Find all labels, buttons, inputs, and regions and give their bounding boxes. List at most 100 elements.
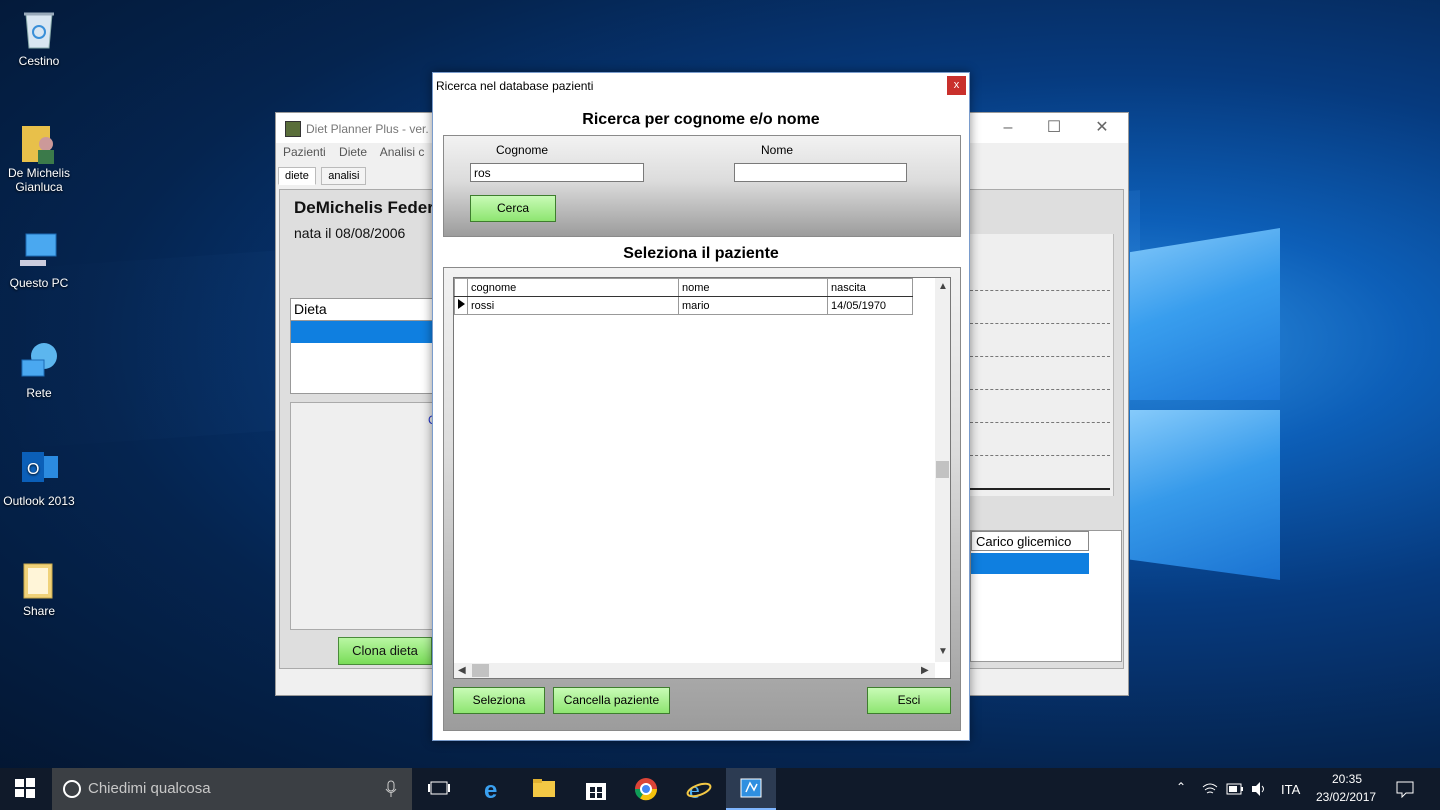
store-icon[interactable] bbox=[584, 777, 610, 801]
desktop-icon-user-folder[interactable]: De Michelis Gianluca bbox=[0, 120, 78, 194]
desktop-icon-label: Rete bbox=[26, 386, 52, 400]
cognome-label: Cognome bbox=[496, 143, 549, 157]
desktop-icon-label: De Michelis Gianluca bbox=[7, 166, 70, 194]
scroll-thumb[interactable] bbox=[936, 461, 949, 478]
clock-time[interactable]: 20:35 bbox=[1332, 772, 1362, 786]
select-patient-button[interactable]: Seleziona bbox=[453, 687, 545, 714]
patient-birth-date: nata il 08/08/2006 bbox=[294, 225, 406, 241]
cell-nome[interactable]: mario bbox=[678, 296, 828, 315]
search-placeholder: Chiedimi qualcosa bbox=[88, 780, 211, 797]
recycle-bin-icon bbox=[18, 8, 60, 50]
windows-start-icon[interactable] bbox=[14, 777, 40, 801]
current-row-arrow-icon bbox=[454, 296, 468, 315]
user-folder-icon bbox=[18, 120, 60, 164]
desktop-icon-label: Share bbox=[22, 604, 56, 618]
desktop-icon-this-pc[interactable]: Questo PC bbox=[0, 230, 78, 290]
desktop-icon-recycle-bin[interactable]: Cestino bbox=[0, 8, 78, 68]
close-icon[interactable]: ✕ bbox=[1092, 119, 1112, 137]
column-header-nascita[interactable]: nascita bbox=[827, 278, 913, 297]
clock-date[interactable]: 23/02/2017 bbox=[1316, 790, 1376, 804]
desktop-icon-label: Cestino bbox=[18, 54, 60, 68]
column-header-cognome[interactable]: cognome bbox=[467, 278, 679, 297]
desktop-icon-label: Outlook 2013 bbox=[3, 494, 75, 508]
nutrient-grid bbox=[970, 234, 1114, 496]
minimize-icon[interactable]: – bbox=[998, 119, 1018, 137]
search-panel: Cognome Nome Cerca bbox=[443, 135, 961, 237]
scroll-down-icon[interactable]: ▼ bbox=[938, 646, 948, 657]
menu-pazienti[interactable]: Pazienti bbox=[283, 145, 326, 159]
window-title: Diet Planner Plus - ver. bbox=[306, 122, 429, 136]
computer-icon bbox=[18, 230, 60, 272]
file-explorer-icon[interactable] bbox=[532, 777, 558, 801]
exit-button[interactable]: Esci bbox=[867, 687, 951, 714]
microphone-icon[interactable] bbox=[384, 780, 398, 798]
patients-table: cognome nome nascita rossi mario 14/05/1… bbox=[454, 278, 913, 315]
menu-diete[interactable]: Diete bbox=[339, 145, 367, 159]
table-row[interactable]: rossi mario 14/05/1970 bbox=[454, 296, 913, 315]
glycemic-load-list[interactable]: Carico glicemico bbox=[970, 530, 1122, 662]
chrome-icon[interactable] bbox=[634, 777, 660, 801]
svg-text:O: O bbox=[27, 461, 39, 478]
patient-name: DeMichelis Federi bbox=[294, 198, 439, 217]
desktop-icon-outlook[interactable]: O Outlook 2013 bbox=[0, 448, 78, 508]
diet-detail-panel: C bbox=[290, 402, 437, 630]
diet-list[interactable]: Dieta bbox=[290, 298, 437, 394]
desktop-icon-label: Questo PC bbox=[9, 276, 69, 290]
cell-nascita[interactable]: 14/05/1970 bbox=[827, 296, 913, 315]
clone-diet-button[interactable]: Clona dieta bbox=[338, 637, 432, 665]
diet-list-header: Dieta bbox=[291, 299, 436, 321]
select-heading: Seleziona il paziente bbox=[623, 245, 779, 262]
glycemic-load-header: Carico glicemico bbox=[971, 531, 1089, 551]
patient-search-dialog: Ricerca nel database pazienti x Ricerca … bbox=[432, 72, 970, 741]
language-indicator[interactable]: ITA bbox=[1281, 782, 1300, 797]
results-panel: cognome nome nascita rossi mario 14/05/1… bbox=[443, 267, 961, 731]
show-hidden-icons-chevron-icon[interactable]: ⌃ bbox=[1176, 780, 1186, 794]
patients-grid[interactable]: cognome nome nascita rossi mario 14/05/1… bbox=[453, 277, 951, 679]
svg-text:e: e bbox=[484, 777, 497, 801]
cell-cognome[interactable]: rossi bbox=[467, 296, 679, 315]
wifi-icon[interactable] bbox=[1202, 782, 1218, 796]
dialog-close-button[interactable]: x bbox=[947, 76, 966, 95]
cortana-search-box[interactable]: Chiedimi qualcosa bbox=[52, 768, 412, 810]
internet-explorer-icon[interactable]: e bbox=[686, 777, 712, 804]
network-icon bbox=[18, 340, 60, 382]
tab-analisi[interactable]: analisi bbox=[321, 167, 367, 185]
horizontal-scrollbar[interactable]: ◀ ▶ bbox=[454, 663, 935, 678]
delete-patient-button[interactable]: Cancella paziente bbox=[553, 687, 670, 714]
nome-label: Nome bbox=[761, 143, 794, 157]
action-center-icon[interactable] bbox=[1396, 780, 1414, 798]
battery-icon[interactable] bbox=[1226, 783, 1244, 795]
cortana-circle-icon bbox=[63, 780, 81, 798]
volume-icon[interactable] bbox=[1250, 781, 1268, 797]
app-icon bbox=[285, 121, 301, 137]
taskbar: Chiedimi qualcosa e e ⌃ ITA 20:35 23/02/… bbox=[0, 768, 1440, 810]
task-view-icon[interactable] bbox=[428, 777, 454, 801]
diet-planner-app-icon bbox=[740, 778, 762, 798]
tab-diete[interactable]: diete bbox=[278, 167, 316, 185]
cognome-input[interactable] bbox=[470, 163, 644, 182]
search-heading: Ricerca per cognome e/o nome bbox=[582, 111, 820, 128]
menu-analisi[interactable]: Analisi c bbox=[380, 145, 425, 159]
edge-icon[interactable]: e bbox=[482, 777, 508, 804]
outlook-icon: O bbox=[18, 448, 60, 490]
diet-planner-taskbar-button[interactable] bbox=[726, 768, 776, 810]
folder-icon bbox=[18, 558, 60, 600]
row-indicator-header bbox=[454, 278, 468, 297]
maximize-icon[interactable]: ☐ bbox=[1044, 119, 1064, 137]
desktop-icon-network[interactable]: Rete bbox=[0, 340, 78, 400]
desktop-icon-share[interactable]: Share bbox=[0, 558, 78, 618]
diet-list-selected-row[interactable] bbox=[291, 321, 436, 343]
scroll-right-icon[interactable]: ▶ bbox=[921, 665, 929, 676]
menu-bar: Pazienti Diete Analisi c bbox=[283, 145, 434, 159]
dialog-title: Ricerca nel database pazienti bbox=[436, 79, 594, 93]
nome-input[interactable] bbox=[734, 163, 907, 182]
hscroll-thumb[interactable] bbox=[472, 664, 489, 677]
scroll-up-icon[interactable]: ▲ bbox=[938, 281, 948, 292]
vertical-scrollbar[interactable]: ▲ ▼ bbox=[935, 278, 950, 662]
table-header-row: cognome nome nascita bbox=[454, 278, 913, 297]
tab-strip: diete analisi bbox=[278, 167, 368, 185]
glycemic-load-selected-row[interactable] bbox=[971, 553, 1089, 574]
column-header-nome[interactable]: nome bbox=[678, 278, 828, 297]
scroll-left-icon[interactable]: ◀ bbox=[458, 665, 466, 676]
search-button[interactable]: Cerca bbox=[470, 195, 556, 222]
